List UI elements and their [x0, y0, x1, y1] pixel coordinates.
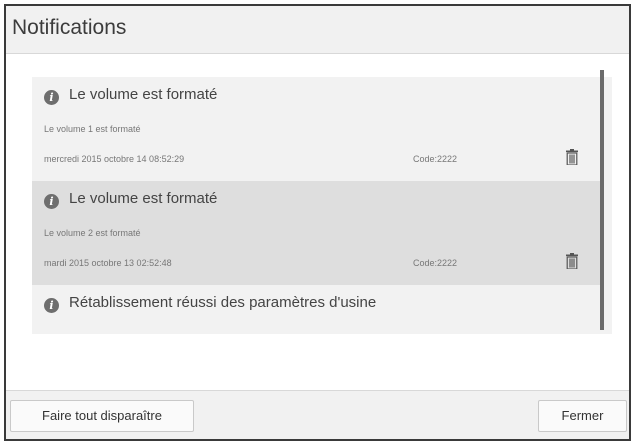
notification-list[interactable]: i Le volume est formaté Le volume 1 est …: [32, 77, 612, 334]
trash-icon[interactable]: [566, 149, 578, 165]
info-icon: i: [44, 298, 59, 313]
notification-title: Le volume est formaté: [69, 190, 218, 207]
clear-all-button[interactable]: Faire tout disparaître: [10, 400, 194, 432]
trash-icon[interactable]: [566, 253, 578, 269]
notification-code: Code:2222: [413, 258, 458, 268]
notification-description: Le volume 2 est formaté: [44, 228, 141, 238]
notification-item[interactable]: i Le volume est formaté Le volume 1 est …: [32, 77, 602, 181]
notification-date: mardi 2015 octobre 13 02:52:48: [44, 258, 172, 268]
close-button[interactable]: Fermer: [538, 400, 627, 432]
info-icon: i: [44, 90, 59, 105]
dialog-footer: Faire tout disparaître Fermer: [6, 390, 629, 439]
notification-description: Le volume 1 est formaté: [44, 124, 141, 134]
scrollbar[interactable]: [600, 70, 604, 330]
dialog-body: i Le volume est formaté Le volume 1 est …: [6, 55, 629, 390]
notification-date: mercredi 2015 octobre 14 08:52:29: [44, 154, 185, 164]
info-icon: i: [44, 194, 59, 209]
notifications-dialog: Notifications i Le volume est formaté Le…: [4, 4, 631, 441]
notification-item[interactable]: i Rétablissement réussi des paramètres d…: [32, 285, 602, 334]
notification-code: Code:2222: [413, 154, 458, 164]
notification-item-selected[interactable]: i Le volume est formaté Le volume 2 est …: [32, 181, 602, 285]
dialog-title: Notifications: [12, 16, 127, 39]
notification-title: Rétablissement réussi des paramètres d'u…: [69, 294, 377, 311]
notification-title: Le volume est formaté: [69, 86, 218, 103]
title-bar: Notifications: [6, 6, 629, 54]
